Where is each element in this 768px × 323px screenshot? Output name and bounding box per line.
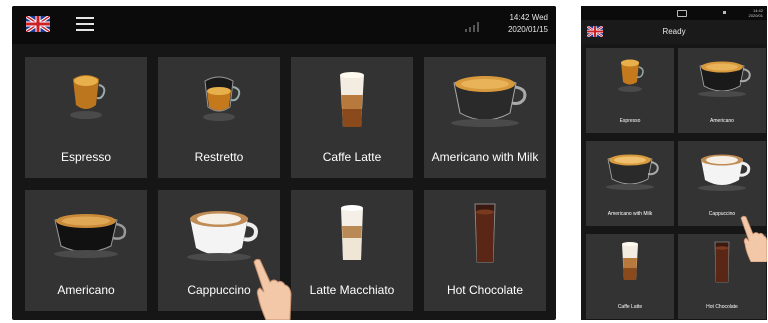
pointing-hand-icon (740, 215, 767, 262)
status-clock-date: 2020/01 (748, 13, 763, 18)
drink-tile-americano-with-milk[interactable]: Americano with Milk (424, 57, 546, 178)
drink-label: Americano (57, 283, 115, 297)
wide-cup-icon (451, 76, 527, 127)
espresso-glass-icon (203, 76, 241, 121)
drink-label: Espresso (60, 150, 112, 164)
clock-time: 14:42 Wed (509, 13, 548, 22)
drink-tile-espresso[interactable]: Espresso (25, 57, 147, 178)
status-dot-icon (723, 11, 726, 14)
espresso-glass-icon (70, 75, 106, 119)
status-title: Ready (662, 27, 686, 36)
drink-label: Americano with Milk (607, 211, 653, 217)
menu-icon[interactable] (76, 17, 94, 31)
macchiato-glass-icon (341, 205, 363, 260)
coffee-machine-screen-portrait: 14:42 2020/01 Ready Espresso Americano A… (581, 6, 767, 320)
latte-glass-icon (340, 72, 364, 127)
espresso-glass-icon (618, 59, 644, 92)
pointing-hand-icon (253, 258, 292, 320)
drink-label: Americano with Milk (431, 150, 539, 164)
coffee-machine-screen-landscape: 14:42 Wed 2020/01/15 Espresso Restretto … (12, 6, 556, 320)
drink-tile-caffe-latte[interactable]: Caffe Latte (586, 234, 674, 319)
status-clock: 14:42 2020/01 (733, 8, 763, 18)
clock-date: 2020/01/15 (507, 25, 548, 34)
drink-tile-hot-chocolate[interactable]: Hot Chocolate (424, 190, 546, 311)
uk-flag-icon[interactable] (26, 16, 50, 32)
device-icon (677, 10, 687, 17)
drink-label: Hot Chocolate (706, 304, 738, 310)
clock: 14:42 Wed 2020/01/15 (492, 12, 548, 36)
drink-tile-espresso[interactable]: Espresso (586, 48, 674, 133)
drink-tile-americano-with-milk[interactable]: Americano with Milk (586, 141, 674, 226)
wide-cup-icon (698, 61, 751, 97)
drink-tile-americano[interactable]: Americano (678, 48, 766, 133)
signal-icon (465, 22, 479, 32)
white-cup-icon (698, 154, 751, 191)
chocolate-glass-icon (474, 203, 496, 263)
drink-label: Hot Chocolate (446, 283, 524, 297)
latte-glass-icon (622, 242, 638, 280)
drink-tile-americano[interactable]: Americano (25, 190, 147, 311)
drink-tile-latte-macchiato[interactable]: Latte Macchiato (291, 190, 413, 311)
drink-tile-caffe-latte[interactable]: Caffe Latte (291, 57, 413, 178)
glass-cup-icon (54, 214, 127, 258)
drink-label: Americano (710, 118, 734, 124)
drink-label: Caffe Latte (322, 150, 382, 164)
drink-label: Latte Macchiato (309, 283, 395, 297)
drink-tile-restretto[interactable]: Restretto (158, 57, 280, 178)
drink-label: Caffe Latte (617, 304, 643, 310)
drink-label: Restretto (194, 150, 244, 164)
drink-label: Espresso (619, 118, 641, 124)
wide-cup-icon (606, 154, 659, 190)
